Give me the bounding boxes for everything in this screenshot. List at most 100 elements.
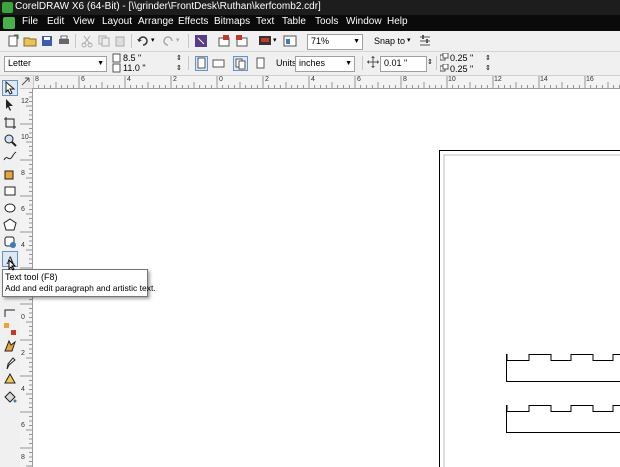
snap-to-dropdown-icon[interactable]: ▾ bbox=[407, 36, 411, 44]
freehand-tool-icon[interactable] bbox=[3, 150, 17, 164]
menu-help[interactable]: Help bbox=[387, 16, 408, 27]
menu-view[interactable]: View bbox=[73, 16, 95, 27]
all-pages-icon[interactable] bbox=[233, 56, 248, 71]
h-ruler-label: 14 bbox=[540, 76, 548, 83]
nudge-distance-input[interactable]: 0.01 " bbox=[380, 56, 427, 72]
options-icon[interactable] bbox=[418, 34, 432, 48]
smart-fill-tool-icon[interactable] bbox=[3, 167, 17, 181]
page-width-icon bbox=[112, 53, 121, 63]
chevron-down-icon: ▼ bbox=[345, 60, 352, 67]
redo-dropdown-icon[interactable]: ▾ bbox=[176, 36, 180, 44]
h-ruler-label: 6 bbox=[357, 76, 361, 83]
fill-tool-icon[interactable] bbox=[3, 390, 17, 404]
h-ruler-label: 2 bbox=[265, 76, 269, 83]
shape-tool-icon[interactable] bbox=[3, 98, 17, 112]
publish-pdf-icon[interactable] bbox=[258, 34, 272, 48]
h-ruler-label: 6 bbox=[81, 76, 85, 83]
h-ruler-label: 10 bbox=[448, 76, 456, 83]
menu-arrange[interactable]: Arrange bbox=[138, 16, 174, 27]
publish-dropdown-icon[interactable]: ▾ bbox=[273, 36, 277, 44]
zoom-level-combo[interactable]: 71% ▼ bbox=[307, 34, 363, 50]
undo-icon[interactable] bbox=[136, 34, 150, 48]
redo-icon[interactable] bbox=[161, 34, 175, 48]
welcome-screen-icon[interactable] bbox=[283, 34, 297, 48]
page-size-value: Letter bbox=[8, 58, 32, 68]
h-ruler-label: 4 bbox=[127, 76, 131, 83]
tooltip: Text tool (F8) Add and edit paragraph an… bbox=[2, 269, 156, 297]
current-page-icon[interactable] bbox=[253, 56, 268, 71]
height-spin-icon[interactable]: ⇕ bbox=[176, 64, 182, 72]
print-icon[interactable] bbox=[57, 34, 71, 48]
nudge-spin-icon[interactable]: ⇕ bbox=[427, 58, 433, 66]
import-icon[interactable] bbox=[217, 34, 231, 48]
outline-pen-tool-icon[interactable] bbox=[3, 373, 17, 387]
menu-effects[interactable]: Effects bbox=[178, 16, 208, 27]
basic-shapes-tool-icon[interactable] bbox=[3, 235, 17, 249]
polygon-tool-icon[interactable] bbox=[3, 218, 17, 232]
copy-icon[interactable] bbox=[97, 34, 111, 48]
search-content-icon[interactable] bbox=[194, 34, 208, 48]
menu-text[interactable]: Text bbox=[256, 16, 274, 27]
v-ruler-label: 10 bbox=[21, 134, 29, 141]
ellipse-tool-icon[interactable] bbox=[3, 201, 17, 215]
kerf-comb-piece bbox=[506, 354, 620, 382]
v-ruler-label: 4 bbox=[21, 386, 25, 393]
crop-tool-icon[interactable] bbox=[3, 116, 17, 130]
paste-icon[interactable] bbox=[113, 34, 127, 48]
width-spin-icon[interactable]: ⇕ bbox=[176, 54, 182, 62]
h-ruler-label: 8 bbox=[403, 76, 407, 83]
save-icon[interactable] bbox=[40, 34, 54, 48]
app-icon bbox=[2, 2, 13, 13]
v-ruler-label: 2 bbox=[21, 350, 25, 357]
page-border bbox=[439, 150, 620, 467]
page-height-value[interactable]: 11.0 " bbox=[123, 63, 146, 73]
cut-icon[interactable] bbox=[80, 34, 94, 48]
blend-tool-icon[interactable] bbox=[3, 322, 17, 336]
undo-dropdown-icon[interactable]: ▾ bbox=[151, 36, 155, 44]
zoom-level-value: 71% bbox=[311, 36, 330, 46]
menu-window[interactable]: Window bbox=[346, 16, 382, 27]
transparency-tool-icon[interactable] bbox=[3, 339, 17, 353]
menu-layout[interactable]: Layout bbox=[102, 16, 132, 27]
mouse-cursor-icon bbox=[8, 259, 17, 271]
menu-table[interactable]: Table bbox=[282, 16, 306, 27]
menu-bitmaps[interactable]: Bitmaps bbox=[214, 16, 250, 27]
page-height-icon bbox=[112, 63, 121, 73]
page-shadow bbox=[443, 154, 620, 467]
units-value: inches bbox=[299, 58, 326, 68]
h-ruler-label: 8 bbox=[35, 76, 39, 83]
dup-y-spin-icon[interactable]: ⇕ bbox=[485, 64, 491, 72]
window-title: CorelDRAW X6 (64-Bit) - [\\grinder\Front… bbox=[15, 1, 321, 12]
standard-toolbar: ▾ ▾ ▾ 71% ▼ Snap to ▾ bbox=[0, 31, 620, 52]
duplicate-distance-y[interactable]: 0.25 " bbox=[450, 64, 473, 74]
units-select[interactable]: inches ▼ bbox=[295, 56, 355, 72]
eyedropper-tool-icon[interactable] bbox=[3, 356, 17, 370]
export-icon[interactable] bbox=[235, 34, 249, 48]
open-folder-icon[interactable] bbox=[23, 34, 37, 48]
menu-tools[interactable]: Tools bbox=[315, 16, 338, 27]
landscape-icon[interactable] bbox=[212, 58, 225, 69]
dup-x-spin-icon[interactable]: ⇕ bbox=[485, 54, 491, 62]
rectangle-tool-icon[interactable] bbox=[3, 184, 17, 198]
horizontal-ruler[interactable]: 8 6 4 2 0 2 4 6 8 10 12 14 16 bbox=[33, 76, 620, 89]
page-width-value[interactable]: 8.5 " bbox=[123, 53, 141, 63]
corel-logo-icon[interactable] bbox=[3, 17, 15, 29]
menu-file[interactable]: File bbox=[22, 16, 38, 27]
duplicate-y-icon bbox=[440, 64, 449, 72]
zoom-tool-icon[interactable] bbox=[3, 133, 17, 147]
page-size-select[interactable]: Letter ▼ bbox=[4, 56, 107, 72]
snap-to-button[interactable]: Snap to bbox=[374, 36, 405, 46]
v-ruler-label: 0 bbox=[21, 314, 25, 321]
title-bar: CorelDRAW X6 (64-Bit) - [\\grinder\Front… bbox=[0, 0, 620, 15]
menu-edit[interactable]: Edit bbox=[47, 16, 64, 27]
v-ruler-label: 8 bbox=[21, 170, 25, 177]
v-ruler-label: 6 bbox=[21, 422, 25, 429]
duplicate-distance-x[interactable]: 0.25 " bbox=[450, 53, 473, 63]
connector-tool-icon[interactable] bbox=[3, 305, 17, 319]
portrait-icon[interactable] bbox=[195, 56, 208, 71]
h-ruler-label: 0 bbox=[219, 76, 223, 83]
pick-tool-icon[interactable] bbox=[2, 80, 18, 96]
v-ruler-label: 8 bbox=[21, 454, 25, 461]
tooltip-title: Text tool (F8) bbox=[5, 272, 58, 282]
new-document-icon[interactable] bbox=[6, 34, 20, 48]
